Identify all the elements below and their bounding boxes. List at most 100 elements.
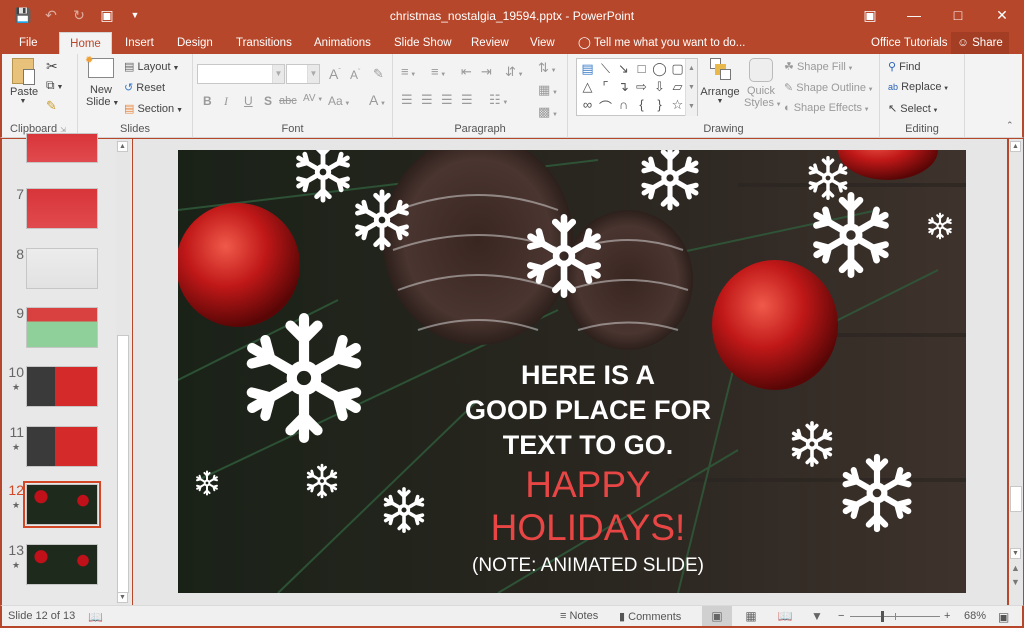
increase-indent-icon[interactable]: ⇥ bbox=[481, 64, 492, 80]
curve-shape-icon[interactable]: ∩ bbox=[615, 97, 632, 112]
tab-insert[interactable]: Insert bbox=[119, 32, 160, 54]
oval-shape-icon[interactable]: ◯ bbox=[651, 61, 668, 77]
align-right-icon[interactable]: ☰ bbox=[441, 92, 453, 108]
thumbnail-image[interactable] bbox=[26, 366, 98, 407]
freeform-shape-icon[interactable]: ∞ bbox=[579, 97, 596, 112]
columns-icon[interactable]: ☷ ▼ bbox=[489, 92, 508, 108]
scroll-down-icon[interactable]: ▼ bbox=[1010, 548, 1021, 559]
select-button[interactable]: ↖ Select ▼ bbox=[888, 102, 938, 115]
scrollbar-thumb[interactable] bbox=[117, 335, 129, 593]
reset-button[interactable]: ↺ Reset bbox=[124, 81, 165, 94]
shadow-button[interactable]: S bbox=[264, 94, 272, 108]
tab-file[interactable]: File bbox=[13, 32, 44, 54]
numbering-icon[interactable]: ≡ ▼ bbox=[431, 64, 446, 79]
gallery-scroll-down[interactable]: ▼ bbox=[685, 78, 697, 97]
align-left-icon[interactable]: ☰ bbox=[401, 92, 413, 108]
tab-design[interactable]: Design bbox=[171, 32, 219, 54]
paste-button[interactable]: Paste ▼ bbox=[10, 58, 38, 105]
maximize-icon[interactable]: □ bbox=[936, 0, 980, 30]
shape-effects-button[interactable]: ◐ Shape Effects ▼ bbox=[784, 102, 870, 114]
arc-shape-icon[interactable]: ⌒ bbox=[597, 97, 614, 116]
slide-headline[interactable]: HERE IS A GOOD PLACE FOR TEXT TO GO. bbox=[428, 358, 748, 463]
slide-greeting[interactable]: HAPPY HOLIDAYS! bbox=[428, 463, 748, 549]
rectangle-shape-icon[interactable]: □ bbox=[633, 61, 650, 76]
thumbnail-image[interactable] bbox=[26, 307, 98, 348]
zoom-level[interactable]: 68% bbox=[964, 610, 986, 622]
tab-animations[interactable]: Animations bbox=[308, 32, 377, 54]
tab-transitions[interactable]: Transitions bbox=[230, 32, 298, 54]
thumbnail-image[interactable] bbox=[26, 133, 98, 163]
layout-button[interactable]: ▤ Layout ▼ bbox=[124, 60, 179, 73]
zoom-slider[interactable] bbox=[850, 611, 940, 622]
line-spacing-icon[interactable]: ⇵ ▼ bbox=[505, 64, 524, 80]
shapes-gallery[interactable]: ▤ ⟍ ↘ □ ◯ ▢ △ ⌜ ↴ ⇨ ⇩ ▱ ∞ ⌒ ∩ { } ☆ ▲ ▼ … bbox=[576, 58, 698, 116]
strikethrough-button[interactable]: abc bbox=[279, 95, 297, 107]
clear-formatting-icon[interactable]: ✎ bbox=[373, 66, 384, 82]
character-spacing-button[interactable]: AV ▼ bbox=[303, 93, 323, 104]
previous-slide-icon[interactable]: ▲ bbox=[1011, 563, 1020, 573]
ribbon-display-options-icon[interactable]: ▣ bbox=[848, 0, 892, 30]
snip-rect-shape-icon[interactable]: ▱ bbox=[669, 79, 686, 95]
text-direction-icon[interactable]: ⇅ ▼ bbox=[538, 60, 557, 76]
comments-button[interactable]: ▮ Comments bbox=[619, 610, 681, 623]
right-arrow-shape-icon[interactable]: ⇨ bbox=[633, 79, 650, 95]
italic-button[interactable]: I bbox=[224, 94, 228, 109]
gallery-scroll-up[interactable]: ▲ bbox=[685, 59, 697, 78]
shape-outline-button[interactable]: ✎ Shape Outline ▼ bbox=[784, 81, 874, 94]
down-arrow-shape-icon[interactable]: ⇩ bbox=[651, 79, 668, 95]
tab-review[interactable]: Review bbox=[465, 32, 515, 54]
scroll-up-icon[interactable]: ▲ bbox=[117, 141, 128, 152]
shrink-font-button[interactable]: Aˇ bbox=[350, 68, 360, 82]
replace-button[interactable]: ab Replace ▼ bbox=[888, 81, 949, 93]
thumbnail-image[interactable] bbox=[26, 248, 98, 289]
collapse-ribbon-icon[interactable]: ⌃ bbox=[1006, 120, 1014, 131]
slide-sorter-view-button[interactable]: ▦ bbox=[736, 606, 766, 626]
align-center-icon[interactable]: ☰ bbox=[421, 92, 433, 108]
left-brace-shape-icon[interactable]: { bbox=[633, 97, 650, 112]
thumbnail-image[interactable] bbox=[26, 426, 98, 467]
rounded-rect-shape-icon[interactable]: ▢ bbox=[669, 61, 686, 77]
scrollbar-thumb[interactable] bbox=[1010, 486, 1022, 512]
gallery-more[interactable]: ▼ bbox=[685, 97, 697, 116]
minimize-icon[interactable]: — bbox=[892, 0, 936, 30]
spell-check-icon[interactable]: 📖 bbox=[88, 610, 103, 624]
current-slide[interactable]: HERE IS A GOOD PLACE FOR TEXT TO GO. HAP… bbox=[178, 150, 966, 593]
scroll-up-icon[interactable]: ▲ bbox=[1010, 141, 1021, 152]
shape-fill-button[interactable]: ☘ Shape Fill ▼ bbox=[784, 60, 853, 73]
section-button[interactable]: ▤ Section ▼ bbox=[124, 102, 183, 115]
zoom-out-button[interactable]: − bbox=[838, 610, 844, 622]
grow-font-button[interactable]: Aˆ bbox=[329, 66, 341, 82]
elbow-connector-icon[interactable]: ⌜ bbox=[597, 79, 614, 95]
arrange-button[interactable]: Arrange ▼ bbox=[700, 58, 740, 105]
chevron-down-icon[interactable]: ▼ bbox=[307, 65, 319, 83]
decrease-indent-icon[interactable]: ⇤ bbox=[461, 64, 472, 80]
reading-view-button[interactable]: 📖 bbox=[770, 606, 800, 626]
editor-scrollbar[interactable]: ▲ ▼ ▲ ▼ bbox=[1009, 139, 1023, 605]
notes-button[interactable]: ≡ Notes bbox=[560, 610, 598, 622]
arrow-line-shape-icon[interactable]: ↘ bbox=[615, 61, 632, 77]
quick-styles-button[interactable]: Quick Styles ▼ bbox=[744, 58, 782, 109]
textbox-shape-icon[interactable]: ▤ bbox=[579, 61, 596, 77]
slide-note[interactable]: (NOTE: ANIMATED SLIDE) bbox=[428, 555, 748, 577]
next-slide-icon[interactable]: ▼ bbox=[1011, 577, 1020, 587]
triangle-shape-icon[interactable]: △ bbox=[579, 79, 596, 95]
elbow-arrow-connector-icon[interactable]: ↴ bbox=[615, 79, 632, 95]
thumbnail-image[interactable] bbox=[26, 544, 98, 585]
find-button[interactable]: ⚲ Find bbox=[888, 60, 921, 73]
tab-view[interactable]: View bbox=[524, 32, 561, 54]
underline-button[interactable]: U bbox=[244, 94, 253, 108]
office-tutorials-link[interactable]: Office Tutorials bbox=[871, 32, 948, 54]
tab-home[interactable]: Home bbox=[59, 32, 112, 54]
fit-to-window-icon[interactable]: ▣ bbox=[998, 610, 1009, 624]
change-case-button[interactable]: Aa ▼ bbox=[328, 94, 350, 108]
new-slide-button[interactable]: ✹ New Slide ▼ bbox=[85, 55, 119, 108]
right-brace-shape-icon[interactable]: } bbox=[651, 97, 668, 112]
font-size-input[interactable]: ▼ bbox=[286, 64, 320, 84]
thumbnail-image[interactable] bbox=[26, 188, 98, 229]
font-name-input[interactable]: ▼ bbox=[197, 64, 285, 84]
justify-icon[interactable]: ☰ bbox=[461, 92, 473, 108]
bullets-icon[interactable]: ≡ ▼ bbox=[401, 64, 416, 79]
font-color-button[interactable]: A ▼ bbox=[369, 92, 386, 108]
cut-icon[interactable]: ✂ bbox=[46, 58, 58, 75]
tell-me-box[interactable]: ◯ Tell me what you want to do... bbox=[578, 32, 745, 54]
